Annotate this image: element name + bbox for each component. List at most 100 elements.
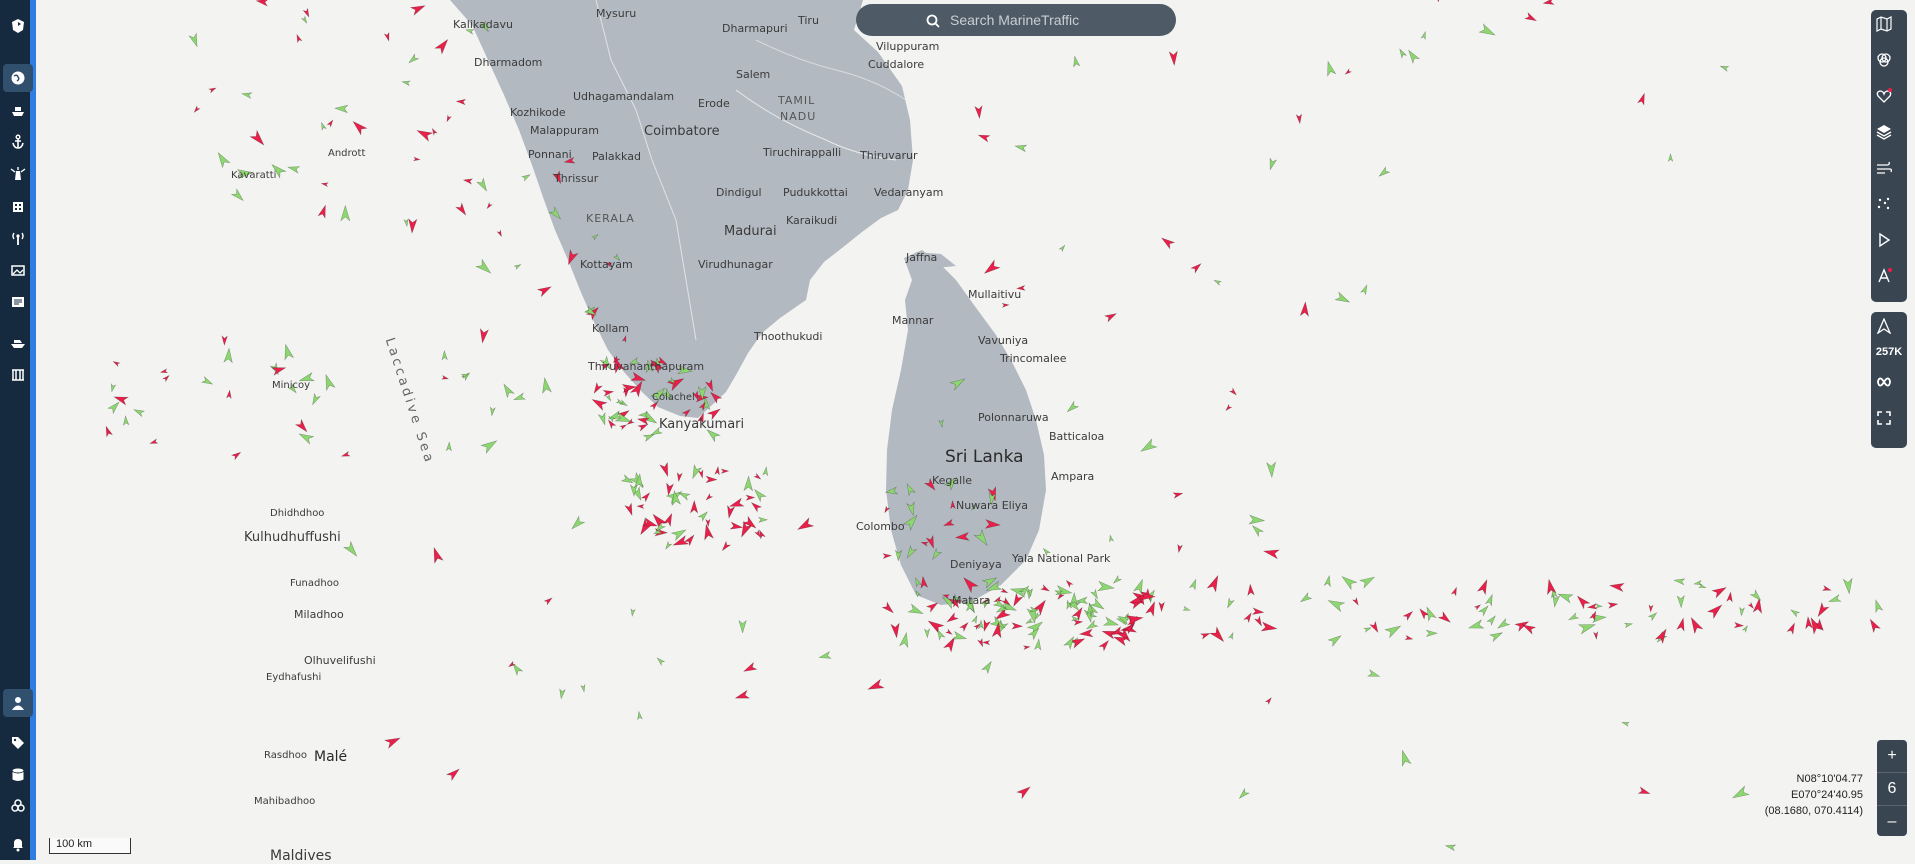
vessel-marker[interactable]: [230, 188, 246, 203]
filter-icon[interactable]: [1876, 52, 1902, 78]
vessel-marker[interactable]: [1351, 596, 1360, 606]
vessel-marker[interactable]: [720, 540, 732, 553]
vessel-marker[interactable]: [1496, 617, 1511, 631]
vessel-marker[interactable]: [415, 126, 434, 142]
vessel-marker[interactable]: [630, 608, 636, 617]
vessel-marker[interactable]: [1397, 48, 1408, 59]
vessel-marker[interactable]: [489, 406, 496, 417]
vessel-marker[interactable]: [434, 37, 451, 55]
vessel-marker[interactable]: [1250, 523, 1265, 538]
anchor-icon[interactable]: [3, 128, 33, 156]
vessel-marker[interactable]: [1433, 0, 1443, 3]
vessel-marker[interactable]: [665, 482, 675, 497]
vessel-marker[interactable]: [974, 105, 983, 120]
vessel-marker[interactable]: [1733, 621, 1745, 629]
vessel-marker[interactable]: [1637, 92, 1648, 106]
vessel-marker[interactable]: [818, 651, 832, 661]
vessel-marker[interactable]: [319, 121, 327, 131]
vessel-marker[interactable]: [408, 218, 418, 234]
vessel-marker[interactable]: [430, 546, 444, 565]
vessel-marker[interactable]: [1567, 612, 1580, 622]
vessel-marker[interactable]: [230, 450, 242, 461]
vessel-marker[interactable]: [590, 396, 608, 412]
vessel-marker[interactable]: [1016, 784, 1033, 800]
vessel-marker[interactable]: [1247, 583, 1255, 597]
vessel-marker[interactable]: [486, 201, 493, 210]
ship-icon[interactable]: [3, 96, 33, 124]
vessel-marker[interactable]: [1676, 617, 1687, 632]
vessel-marker[interactable]: [133, 407, 146, 418]
tag-icon[interactable]: [3, 729, 33, 757]
vessel-marker[interactable]: [670, 526, 688, 542]
vessel-marker[interactable]: [1425, 629, 1438, 638]
vessel-marker[interactable]: [1014, 143, 1028, 153]
vessel-marker[interactable]: [193, 105, 201, 113]
vessel-marker[interactable]: [1542, 0, 1555, 6]
vessel-marker[interactable]: [445, 441, 452, 452]
vessel-marker[interactable]: [475, 258, 494, 277]
vessel-marker[interactable]: [1648, 604, 1654, 613]
infinity-icon[interactable]: [1876, 374, 1902, 400]
vessel-marker[interactable]: [225, 389, 233, 400]
layers-icon[interactable]: [1876, 124, 1902, 150]
vessel-marker[interactable]: [1872, 599, 1884, 614]
vessel-marker[interactable]: [1251, 607, 1265, 616]
vessel-marker[interactable]: [1608, 581, 1625, 593]
vessel-marker[interactable]: [1398, 749, 1412, 767]
vessel-marker[interactable]: [1228, 631, 1235, 641]
vessel-marker[interactable]: [1731, 785, 1750, 802]
vessel-marker[interactable]: [1108, 534, 1115, 543]
bell-icon[interactable]: [3, 830, 33, 858]
vessel-marker[interactable]: [999, 587, 1009, 594]
vessel-marker[interactable]: [591, 381, 603, 395]
vessel-marker[interactable]: [569, 515, 586, 531]
vessel-marker[interactable]: [743, 475, 754, 492]
vessel-marker[interactable]: [1739, 606, 1745, 617]
vessel-marker[interactable]: [1667, 152, 1674, 163]
vessel-marker[interactable]: [476, 177, 490, 193]
vessel-marker[interactable]: [297, 430, 315, 445]
vessel-marker[interactable]: [705, 475, 718, 484]
vessel-marker[interactable]: [455, 202, 469, 217]
vessel-marker[interactable]: [287, 164, 301, 174]
vessel-marker[interactable]: [1477, 604, 1491, 617]
vessel-marker[interactable]: [1260, 621, 1278, 633]
vessel-marker[interactable]: [697, 510, 709, 522]
vessel-marker[interactable]: [689, 499, 699, 514]
vessel-marker[interactable]: [241, 91, 253, 99]
vessel-marker[interactable]: [1267, 157, 1278, 171]
vessel-marker[interactable]: [981, 660, 994, 675]
vessel-marker[interactable]: [898, 631, 911, 649]
vessel-marker[interactable]: [981, 640, 991, 646]
vessel-marker[interactable]: [1339, 573, 1358, 591]
vessel-marker[interactable]: [1103, 311, 1118, 323]
vessel-marker[interactable]: [1621, 721, 1630, 727]
vessel-marker[interactable]: [445, 114, 452, 123]
vessel-marker[interactable]: [1623, 622, 1634, 629]
vessel-marker[interactable]: [758, 516, 769, 523]
vessel-marker[interactable]: [1132, 578, 1147, 595]
favorites-icon[interactable]: [1876, 88, 1902, 114]
vessel-marker[interactable]: [1224, 403, 1233, 412]
vessel-marker[interactable]: [702, 523, 715, 541]
vessel-marker[interactable]: [1182, 605, 1191, 612]
vessel-marker[interactable]: [558, 688, 566, 700]
vessel-marker[interactable]: [1637, 786, 1651, 797]
vessel-marker[interactable]: [1363, 626, 1372, 633]
vessel-marker[interactable]: [113, 393, 129, 406]
vessel-marker[interactable]: [945, 612, 960, 625]
vessel-marker[interactable]: [1476, 578, 1491, 596]
vessel-marker[interactable]: [705, 492, 714, 502]
vessel-marker[interactable]: [605, 393, 612, 402]
vessel-marker[interactable]: [1676, 595, 1685, 609]
vessel-marker[interactable]: [441, 349, 448, 361]
vessel-marker[interactable]: [1545, 578, 1557, 596]
globe-icon[interactable]: [3, 64, 33, 92]
vessel-marker[interactable]: [342, 540, 360, 559]
vessel-marker[interactable]: [1607, 601, 1619, 609]
vessel-marker[interactable]: [971, 614, 979, 625]
zoom-out-button[interactable]: –: [1877, 806, 1907, 838]
vessel-marker[interactable]: [412, 156, 421, 162]
vessel-marker[interactable]: [1473, 603, 1482, 611]
vessel-marker[interactable]: [753, 472, 762, 480]
